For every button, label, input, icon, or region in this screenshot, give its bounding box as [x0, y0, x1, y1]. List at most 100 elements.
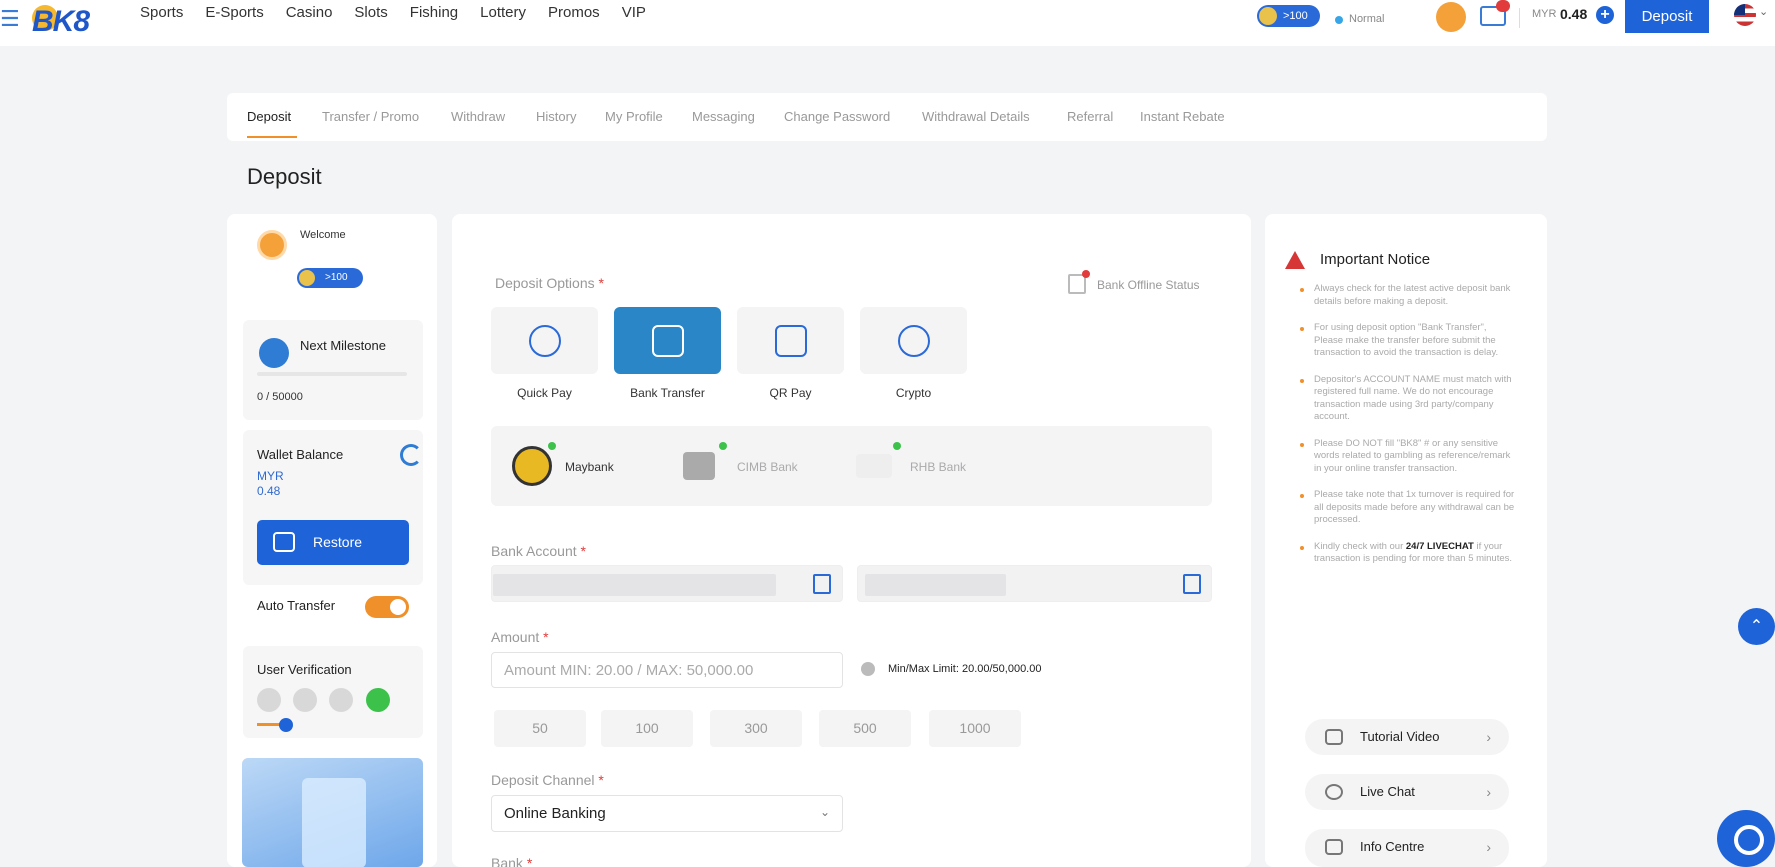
milestone-card: Next Milestone 0 / 50000 — [243, 320, 423, 420]
nav-sports[interactable]: Sports — [140, 4, 183, 21]
chevron-down-icon[interactable]: ⌄ — [820, 805, 830, 819]
livechat-link[interactable]: 24/7 LIVECHAT — [1406, 541, 1474, 552]
option-quick-pay[interactable] — [491, 307, 598, 374]
account-tabs: Deposit Transfer / Promo Withdraw Histor… — [227, 93, 1547, 141]
tab-history[interactable]: History — [536, 109, 576, 124]
sidebar-vip-badge[interactable]: >100 — [297, 268, 363, 288]
option-crypto[interactable] — [860, 307, 967, 374]
hamburger-menu-icon[interactable]: ☰ — [0, 6, 20, 32]
min-max-limit: Min/Max Limit: 20.00/50,000.00 — [888, 663, 1042, 675]
rhb-logo-icon[interactable] — [856, 454, 892, 478]
info-icon — [861, 662, 875, 676]
nav-lottery[interactable]: Lottery — [480, 4, 526, 21]
crypto-icon — [898, 325, 930, 357]
notice-item: For using deposit option "Bank Transfer"… — [1300, 322, 1515, 360]
option-qr-pay[interactable] — [737, 307, 844, 374]
quick-amount-500[interactable]: 500 — [819, 710, 911, 747]
warning-icon — [1285, 251, 1305, 269]
quick-amount-1000[interactable]: 1000 — [929, 710, 1021, 747]
tab-withdraw[interactable]: Withdraw — [451, 109, 505, 124]
nav-fishing[interactable]: Fishing — [410, 4, 458, 21]
nav-vip[interactable]: VIP — [622, 4, 646, 21]
auto-transfer-toggle[interactable] — [365, 596, 409, 618]
quick-amount-100[interactable]: 100 — [601, 710, 693, 747]
wallet-amount: 0.48 — [257, 484, 281, 498]
bank-online-dot — [719, 442, 727, 450]
header-currency: MYR — [1532, 8, 1557, 20]
promo-banner-image[interactable] — [242, 758, 423, 867]
welcome-avatar-icon — [257, 230, 287, 260]
copy-icon[interactable] — [813, 574, 831, 594]
tab-deposit[interactable]: Deposit — [247, 109, 291, 124]
phone-verify-icon[interactable] — [329, 688, 353, 712]
qr-code-icon — [775, 325, 807, 357]
scroll-to-top-button[interactable]: ⌃ — [1738, 608, 1775, 645]
live-chat-button[interactable]: Live Chat › — [1305, 774, 1509, 810]
restore-button[interactable]: Restore — [257, 520, 409, 565]
bank-rhb[interactable]: RHB Bank — [910, 460, 966, 474]
tab-messaging[interactable]: Messaging — [692, 109, 755, 124]
quick-amount-300[interactable]: 300 — [710, 710, 802, 747]
tutorial-video-button[interactable]: Tutorial Video › — [1305, 719, 1509, 755]
tab-withdrawal-details[interactable]: Withdrawal Details — [922, 109, 1030, 124]
amount-label: Amount * — [491, 629, 549, 645]
maybank-logo-icon[interactable] — [512, 446, 552, 486]
copy-icon[interactable] — [1183, 574, 1201, 594]
deposit-channel-select[interactable]: Online Banking — [491, 795, 843, 832]
vip-points-badge[interactable]: >100 — [1257, 5, 1320, 27]
video-icon — [1325, 729, 1343, 745]
header-balance: 0.48 — [1560, 6, 1588, 22]
brand-logo[interactable]: BK8 — [32, 0, 90, 38]
malaysia-flag-icon[interactable] — [1734, 4, 1756, 26]
bank-account-name-field[interactable] — [491, 565, 843, 602]
info-centre-button[interactable]: Info Centre › — [1305, 829, 1509, 867]
tab-my-profile[interactable]: My Profile — [605, 109, 663, 124]
chevron-down-icon[interactable]: ⌄ — [1759, 5, 1768, 18]
tab-transfer-promo[interactable]: Transfer / Promo — [322, 109, 419, 124]
amount-input[interactable] — [491, 652, 843, 688]
milestone-icon — [259, 338, 289, 368]
nav-casino[interactable]: Casino — [286, 4, 333, 21]
nav-promos[interactable]: Promos — [548, 4, 600, 21]
page-title: Deposit — [247, 164, 322, 189]
chevron-right-icon: › — [1486, 784, 1491, 800]
tab-change-password[interactable]: Change Password — [784, 109, 890, 124]
restore-label: Restore — [313, 534, 363, 550]
bank-label: Bank * — [491, 855, 533, 867]
chevron-right-icon: › — [1486, 839, 1491, 855]
option-bank-transfer[interactable] — [614, 307, 721, 374]
quick-amount-50[interactable]: 50 — [494, 710, 586, 747]
tab-instant-rebate[interactable]: Instant Rebate — [1140, 109, 1225, 124]
status-dot-icon — [1335, 16, 1343, 24]
restore-icon — [273, 532, 295, 552]
mail-badge — [1496, 0, 1510, 12]
bank-online-dot — [893, 442, 901, 450]
active-tab-indicator — [247, 136, 297, 138]
milestone-progress-bar — [257, 372, 407, 376]
bank-account-number-field[interactable] — [857, 565, 1212, 602]
tab-referral[interactable]: Referral — [1067, 109, 1113, 124]
notice-list: Always check for the latest active depos… — [1300, 283, 1515, 580]
profile-verify-icon[interactable] — [257, 688, 281, 712]
chat-icon — [1325, 784, 1343, 800]
header-deposit-button[interactable]: Deposit — [1625, 0, 1709, 33]
bank-selector: Maybank CIMB Bank RHB Bank — [491, 426, 1212, 506]
option-label-bank-transfer: Bank Transfer — [630, 386, 705, 400]
add-funds-plus-icon[interactable]: + — [1596, 6, 1614, 24]
wallet-balance-title: Wallet Balance — [257, 447, 344, 462]
bank-verify-icon[interactable] — [366, 688, 390, 712]
live-chat-fab-icon[interactable] — [1717, 810, 1775, 867]
wallet-currency: MYR — [257, 469, 284, 483]
notice-item: Please DO NOT fill "BK8" # or any sensit… — [1300, 438, 1515, 476]
user-avatar-icon[interactable] — [1436, 2, 1466, 32]
bank-cimb[interactable]: CIMB Bank — [737, 460, 798, 474]
notice-item: Depositor's ACCOUNT NAME must match with… — [1300, 374, 1515, 424]
refresh-icon[interactable] — [400, 444, 422, 466]
quick-pay-icon — [529, 325, 561, 357]
bank-maybank[interactable]: Maybank — [565, 460, 614, 474]
email-verify-icon[interactable] — [293, 688, 317, 712]
cimb-logo-icon[interactable] — [683, 452, 715, 480]
nav-esports[interactable]: E-Sports — [205, 4, 263, 21]
bank-offline-status-link[interactable]: Bank Offline Status — [1097, 278, 1200, 292]
nav-slots[interactable]: Slots — [354, 4, 387, 21]
